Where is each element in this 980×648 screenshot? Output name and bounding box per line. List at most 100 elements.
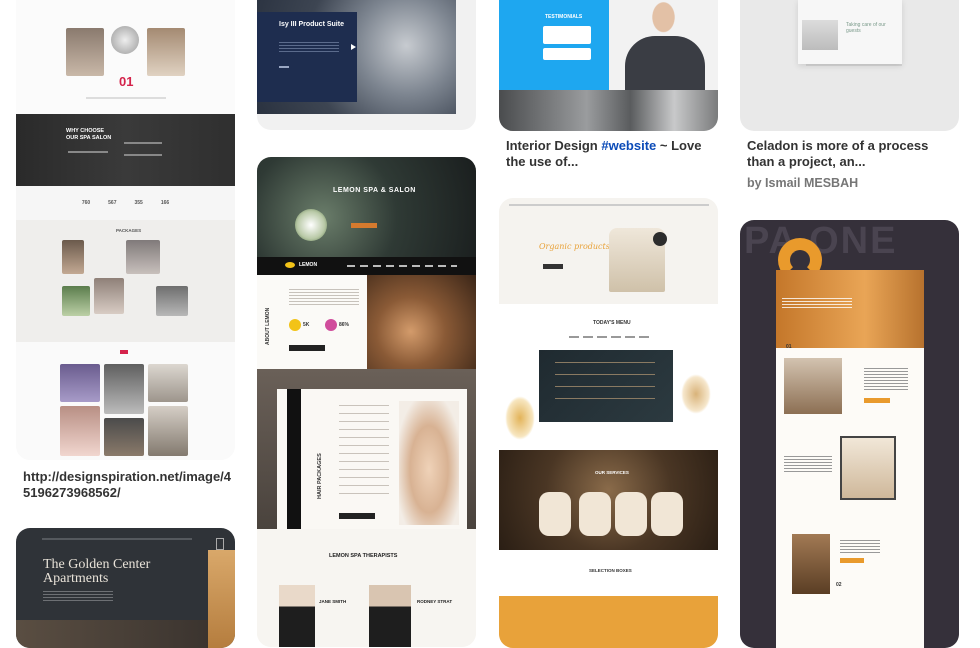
organic-boxes: SELECTION BOXES (499, 550, 718, 648)
suite-body (279, 42, 339, 52)
pin-caption-url[interactable]: http://designspiration.net/image/4519627… (23, 469, 233, 501)
salon-dark-band: WHY CHOOSE OUR SPA SALON (16, 114, 235, 186)
stat-value: 760 (81, 200, 91, 206)
celadon-room-photo (802, 20, 838, 50)
lemon-about-button[interactable] (289, 345, 325, 351)
man-portrait (609, 0, 718, 90)
interior-shelf (792, 534, 830, 594)
spa-photo-left (66, 28, 104, 76)
gallery-photo (60, 406, 100, 456)
stat-value: 567 (108, 200, 117, 206)
testimonial-badge: TESTIMONIALS (545, 14, 583, 20)
pin-card-interior-orange[interactable]: PA ONE 01 02 (740, 220, 959, 648)
pin-card-celadon[interactable]: Taking care of our guests (740, 0, 959, 131)
packages-woman-photo (399, 401, 459, 525)
service-card[interactable] (615, 492, 647, 536)
gallery-photo (104, 364, 144, 414)
lemon-about-label: ABOUT LEMON (265, 307, 271, 345)
stat-value: 166 (160, 200, 170, 206)
therapists-title: LEMON SPA THERAPISTS (329, 553, 398, 559)
spa-header-area: 01 (16, 0, 235, 114)
wheat-right (681, 374, 711, 414)
gc-logo-icon (216, 538, 224, 550)
pin-byline[interactable]: by Ismail MESBAH (747, 176, 858, 190)
interior-cta-button[interactable] (840, 558, 864, 563)
play-icon (351, 44, 356, 50)
organic-menu: TODAY'S MENU (499, 304, 718, 450)
lemon-navbar: LEMON (257, 257, 476, 275)
menu-title: TODAY'S MENU (593, 320, 631, 326)
lemon-packages-panel: HAIR PACKAGES (277, 389, 467, 529)
lemon-hero-cta[interactable] (351, 223, 377, 228)
package-photo (62, 286, 90, 316)
gallery-photo (148, 406, 188, 456)
services-title: OUR SERVICES (595, 470, 629, 475)
organic-hero-button[interactable] (543, 264, 563, 269)
boxes-orange-bar (499, 596, 718, 648)
gallery-photo (60, 364, 100, 402)
package-photo (94, 278, 124, 314)
packages-button[interactable] (339, 513, 375, 519)
stat-value: 355 (134, 200, 143, 206)
organic-services: OUR SERVICES (499, 450, 718, 550)
caption-text: Interior Design (506, 138, 602, 153)
gc-headline: The Golden Center Apartments (43, 557, 151, 586)
lemon-stat-badge-2 (325, 319, 337, 331)
organic-hero-title: Organic products! (539, 242, 614, 251)
suite-panel: Isy III Product Suite (257, 12, 357, 102)
menu-tabs (569, 336, 649, 338)
boxes-title: SELECTION BOXES (589, 568, 632, 573)
package-photo (126, 240, 160, 274)
wheat-left (505, 396, 535, 440)
packages-list (339, 405, 389, 495)
lemon-stat-2: 86% (339, 322, 350, 328)
gc-nav (42, 538, 192, 540)
spa-photo-right (147, 28, 185, 76)
menu-rows (555, 362, 655, 410)
hashtag-link[interactable]: #website (601, 138, 656, 153)
organic-price-badge (653, 232, 667, 246)
lemon-packages-bg: HAIR PACKAGES (257, 369, 476, 529)
lemon-about: ABOUT LEMON 5K 86% (257, 275, 367, 369)
section-label: PACKAGES (116, 228, 142, 233)
salon-line-1 (68, 151, 108, 153)
step-number: 01 (786, 344, 792, 350)
interior-cta-text (840, 540, 880, 554)
therapist-photo-1 (279, 585, 315, 647)
pin-caption-interior[interactable]: Interior Design #website ~ Love the use … (506, 138, 706, 170)
packages-section: PACKAGES (16, 220, 235, 342)
service-card[interactable] (579, 492, 611, 536)
service-card[interactable] (539, 492, 571, 536)
package-photo (156, 286, 188, 316)
interior-cabinet (840, 436, 896, 500)
therapist-name-1: JANE SMITH (319, 599, 347, 604)
pin-card-spa-salon[interactable]: 01 WHY CHOOSE OUR SPA SALON 760 567 355 … (16, 0, 235, 460)
interior-page: 01 02 (776, 270, 924, 648)
nav-dots (86, 97, 166, 99)
salon-line-2 (124, 142, 162, 144)
package-photo (62, 240, 84, 274)
gallery-photo (104, 418, 144, 456)
pin-card-lemon-spa[interactable]: LEMON SPA & SALON LEMON ABOUT LEMON 5K 8… (257, 157, 476, 647)
gallery-accent (120, 350, 128, 354)
gc-bottom-photo (16, 620, 208, 648)
pin-card-interior-testimonials[interactable]: TESTIMONIALS (499, 0, 718, 131)
lemon-logo-icon (285, 262, 295, 268)
gallery-photo (148, 364, 188, 402)
testimonial-card (543, 48, 591, 60)
man-suit (625, 36, 705, 90)
pin-card-product-suite[interactable]: Isy III Product Suite (257, 0, 476, 130)
salon-title: WHY CHOOSE OUR SPA SALON (66, 128, 112, 141)
gallery-section (16, 342, 235, 460)
pin-caption-celadon[interactable]: Celadon is more of a process than a proj… (747, 138, 957, 170)
interior-orange-button[interactable] (864, 398, 890, 403)
service-card[interactable] (651, 492, 683, 536)
suite-link (279, 66, 289, 68)
organic-hero: Organic products! (499, 198, 718, 304)
pin-card-organic[interactable]: Organic products! TODAY'S MENU OUR SERVI… (499, 198, 718, 648)
testimonial-card (543, 26, 591, 44)
pin-card-golden-center[interactable]: The Golden Center Apartments (16, 528, 235, 648)
interior-text-block (864, 368, 908, 390)
interior-side-text (784, 456, 832, 472)
therapist-photo-2 (369, 585, 411, 647)
